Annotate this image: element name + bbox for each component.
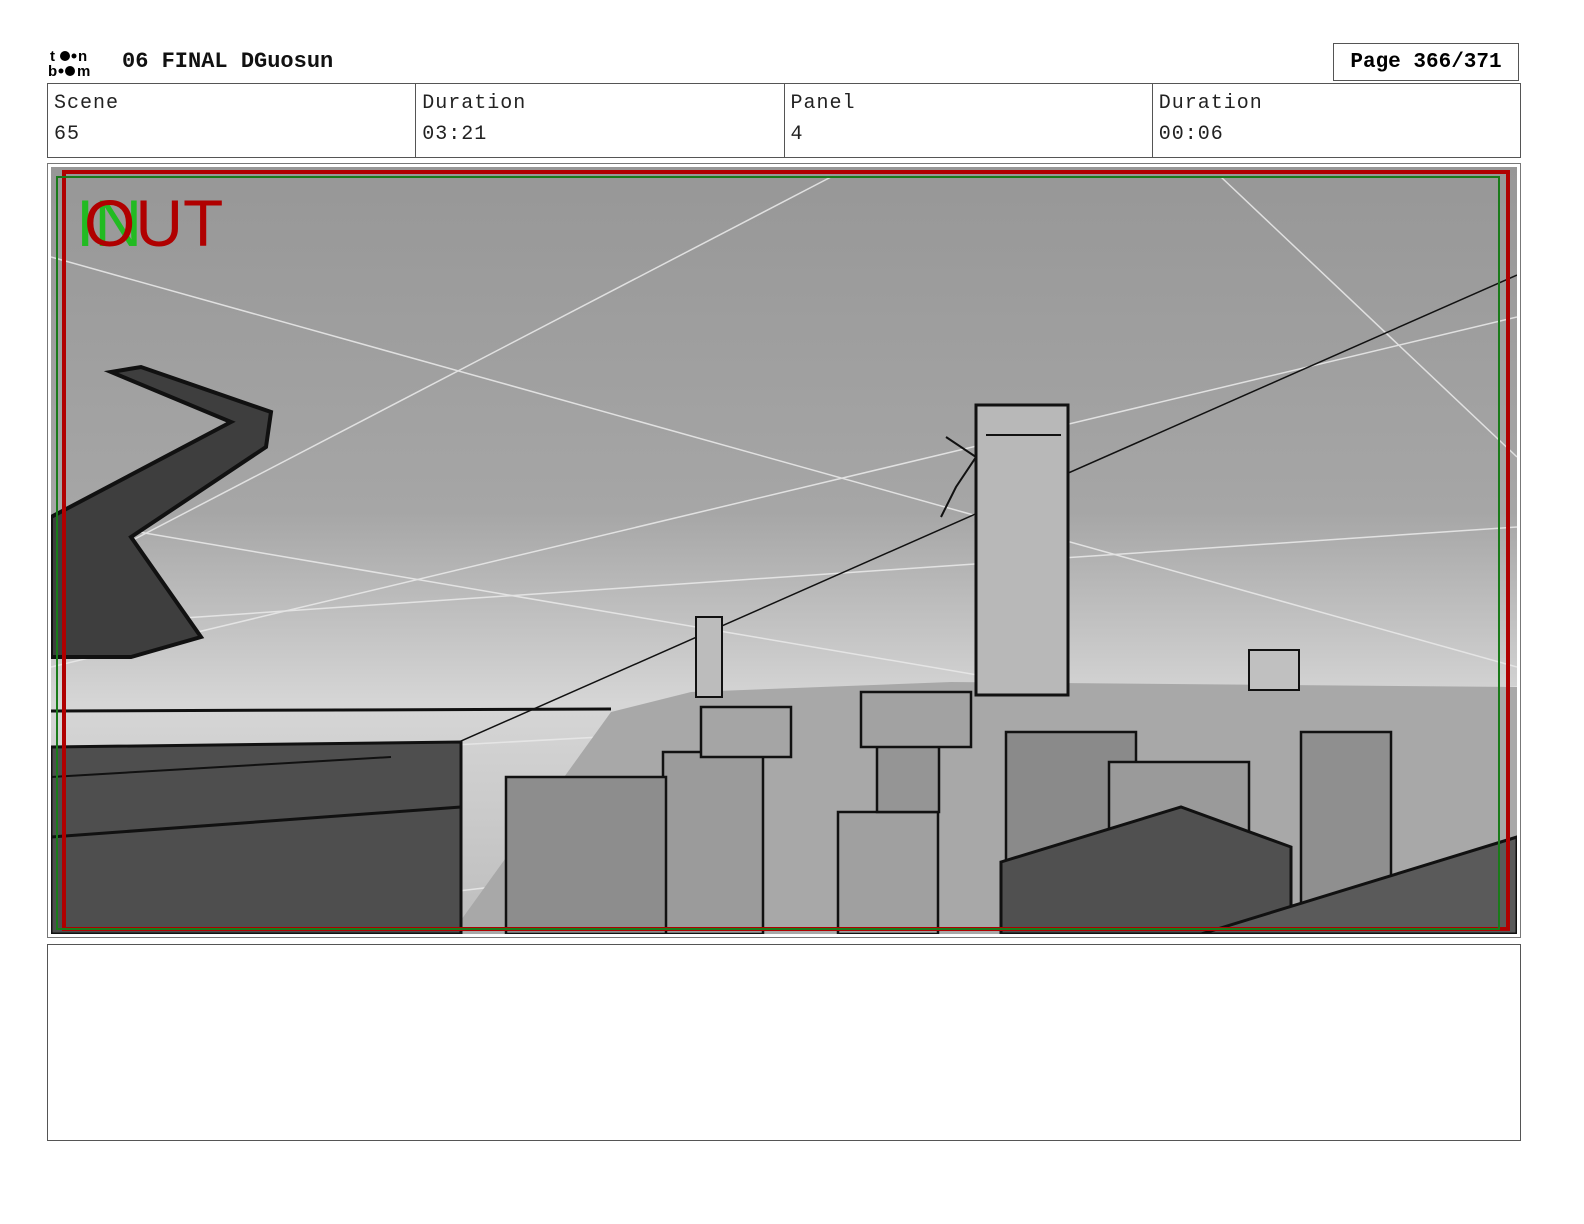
panel-duration-value: 00:06 (1158, 123, 1224, 146)
scene-duration-value: 03:21 (422, 123, 488, 146)
panel-duration-cell: Duration 00:06 (1153, 84, 1520, 157)
toon-boom-logo: t n b m (48, 48, 90, 78)
scene-cell: Scene 65 (48, 84, 417, 157)
storyboard-panel: IN OUT (47, 163, 1521, 938)
document-title: 06 FINAL DGuosun (122, 49, 334, 74)
panel-duration-label: Duration (1158, 92, 1263, 115)
scene-duration-cell: Duration 03:21 (416, 84, 785, 157)
scene-info-table: Scene 65 Duration 03:21 Panel 4 Duration 00:… (47, 83, 1521, 158)
out-label: OUT (84, 186, 224, 260)
scene-duration-label: Duration (422, 92, 527, 115)
scene-value: 65 (54, 123, 81, 146)
page-number: Page 366/371 (1333, 43, 1519, 81)
panel-notes-box (47, 944, 1521, 1141)
panel-sketch-image (51, 167, 1517, 934)
svg-text:b: b (48, 63, 57, 78)
panel-cell: Panel 4 (785, 84, 1153, 157)
panel-value: 4 (790, 123, 804, 146)
svg-text:m: m (77, 63, 90, 78)
scene-label: Scene (54, 92, 120, 115)
panel-label: Panel (790, 92, 856, 115)
